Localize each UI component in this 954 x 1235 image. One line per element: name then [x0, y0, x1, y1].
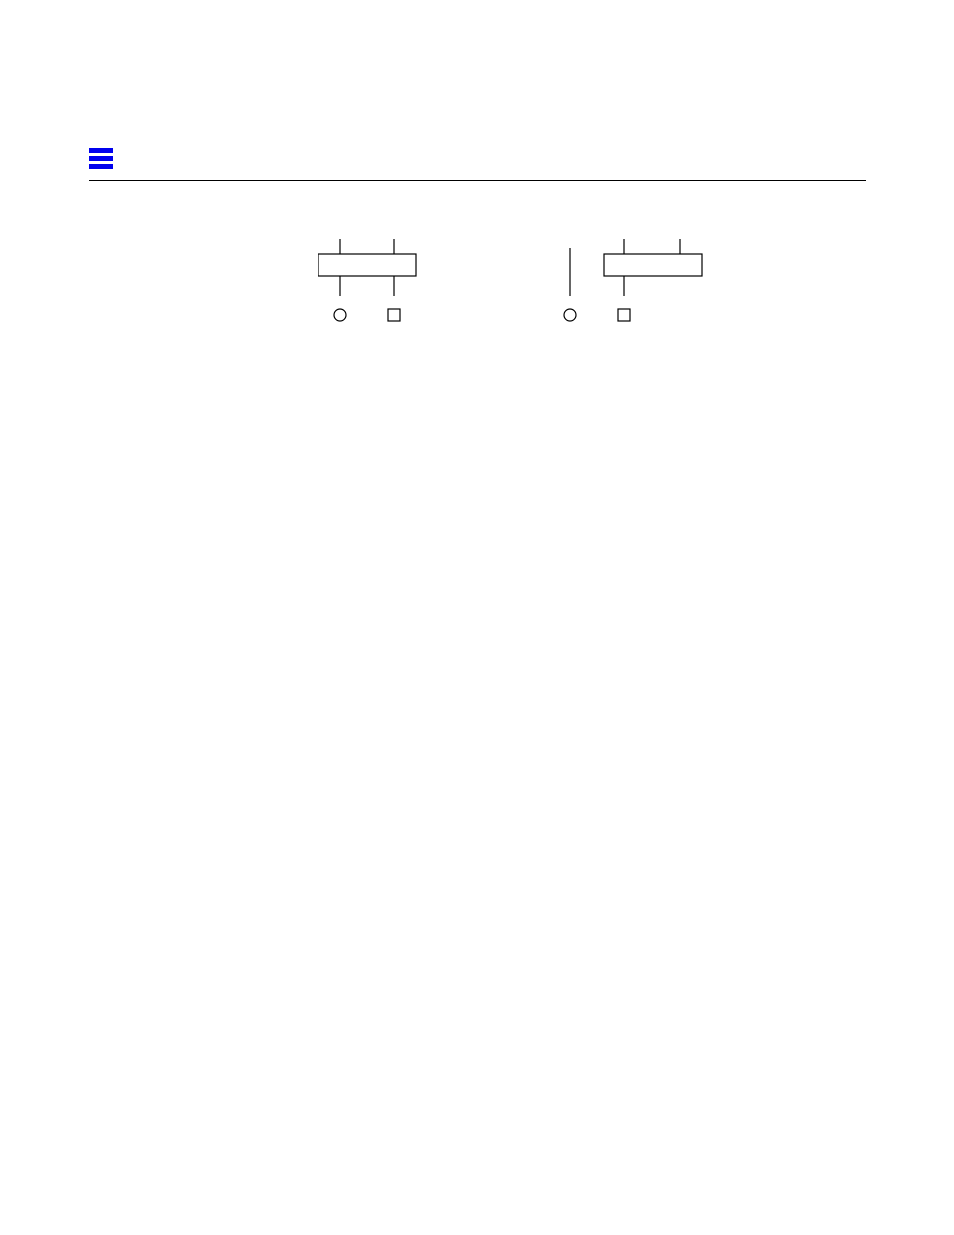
- three-bars-icon: [89, 146, 115, 177]
- jumper-diagram: [318, 230, 718, 355]
- page: [0, 0, 954, 1235]
- header-rule: [89, 180, 866, 181]
